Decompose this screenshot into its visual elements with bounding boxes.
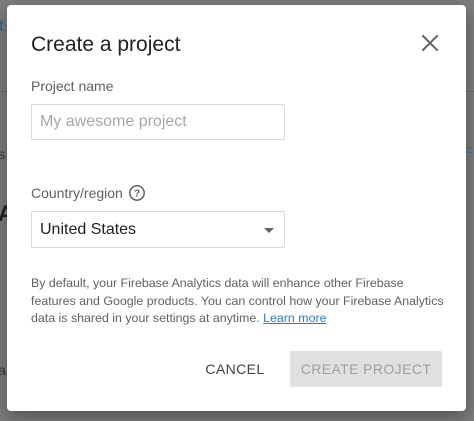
background-text-fragment: t — [0, 16, 4, 35]
create-project-button[interactable]: CREATE PROJECT — [290, 351, 442, 387]
project-name-input[interactable] — [31, 104, 285, 140]
cancel-button[interactable]: CANCEL — [198, 351, 272, 387]
learn-more-link[interactable]: Learn more — [263, 311, 326, 325]
background-text-fragment: s — [0, 146, 5, 162]
selected-country: United States — [40, 221, 137, 238]
country-region-label: Country/region — [31, 185, 123, 201]
analytics-disclaimer-text: By default, your Firebase Analytics data… — [31, 276, 444, 325]
create-project-dialog: Create a project Project name Country/re… — [7, 5, 466, 411]
country-region-select[interactable]: United States — [31, 211, 285, 248]
background-divider — [466, 91, 474, 92]
analytics-disclaimer: By default, your Firebase Analytics data… — [31, 275, 446, 328]
project-name-label: Project name — [31, 78, 114, 94]
close-icon — [421, 34, 439, 52]
chevron-down-icon — [264, 228, 274, 233]
dialog-title: Create a project — [31, 33, 181, 56]
close-button[interactable] — [416, 29, 444, 57]
svg-text:?: ? — [134, 189, 140, 200]
background-text-fragment: a — [0, 362, 6, 378]
help-icon[interactable]: ? — [128, 184, 146, 202]
